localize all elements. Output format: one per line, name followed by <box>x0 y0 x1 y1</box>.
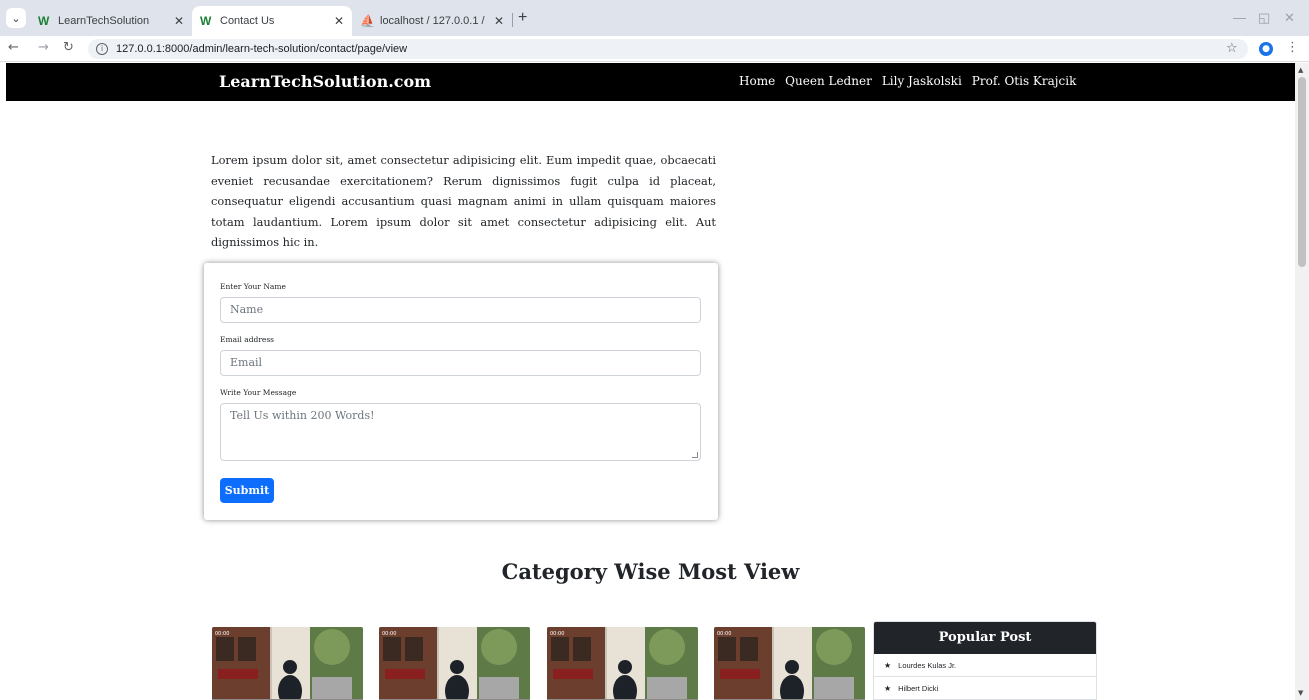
new-tab-icon[interactable]: + <box>518 9 527 27</box>
star-icon: ★ <box>884 683 892 693</box>
browser-tab-phpmyadmin[interactable]: ⛵ localhost / 127.0.0.1 / laravel / ✕ <box>352 6 512 36</box>
page-scrollbar[interactable]: ▲ ▼ <box>1295 63 1309 700</box>
scrollbar-thumb[interactable] <box>1298 77 1306 267</box>
nav-menu: Home Queen Ledner Lily Jaskolski Prof. O… <box>739 74 1076 88</box>
site-info-icon[interactable]: i <box>96 43 108 55</box>
close-tab-icon[interactable]: ✕ <box>494 14 504 28</box>
browser-tab-contact-us[interactable]: W Contact Us ✕ <box>192 6 352 36</box>
site-favicon-icon: W <box>38 14 50 28</box>
message-label: Write Your Message <box>220 388 297 397</box>
popular-post-item[interactable]: ★ Hilbert Dicki <box>874 677 1096 700</box>
resize-handle[interactable] <box>692 452 698 458</box>
popular-post-title: Popular Post <box>874 622 1096 654</box>
email-label: Email address <box>220 335 275 344</box>
nav-link-queen-ledner[interactable]: Queen Ledner <box>785 74 872 88</box>
phpmyadmin-favicon-icon: ⛵ <box>360 14 375 28</box>
tab-title: localhost / 127.0.0.1 / laravel / <box>380 15 488 27</box>
post-thumbnail-1[interactable]: 00:00 <box>212 627 363 700</box>
submit-button[interactable]: Submit <box>220 478 274 503</box>
svg-text:00:00: 00:00 <box>550 631 564 637</box>
close-tab-icon[interactable]: ✕ <box>334 14 344 28</box>
bookmark-star-icon[interactable]: ☆ <box>1226 41 1238 56</box>
section-title: Category Wise Most View <box>501 559 800 584</box>
profile-avatar-icon[interactable]: ● <box>1259 42 1273 56</box>
street-photo-image: 00:00 <box>547 627 698 700</box>
page-viewport: LearnTechSolution.com Home Queen Ledner … <box>6 63 1295 700</box>
post-thumbnail-4[interactable]: 00:00 <box>714 627 865 700</box>
browser-tab-bar: ⌄ W LearnTechSolution ✕ W Contact Us ✕ ⛵… <box>0 0 1309 36</box>
message-placeholder: Tell Us within 200 Words! <box>230 409 375 422</box>
tab-search-button[interactable]: ⌄ <box>6 8 26 28</box>
popular-post-link[interactable]: Lourdes Kulas Jr. <box>898 661 956 670</box>
name-input[interactable]: Name <box>220 297 701 323</box>
forward-icon[interactable]: → <box>38 40 49 55</box>
browser-menu-icon[interactable]: ⋮ <box>1286 40 1299 55</box>
popular-post-link[interactable]: Hilbert Dicki <box>898 684 938 693</box>
scroll-down-icon[interactable]: ▼ <box>1298 689 1303 697</box>
popular-post-item[interactable]: ★ Lourdes Kulas Jr. <box>874 654 1096 677</box>
street-photo-image: 00:00 <box>379 627 530 700</box>
url-text: 127.0.0.1:8000/admin/learn-tech-solution… <box>116 43 408 55</box>
name-label: Enter Your Name <box>220 282 286 291</box>
url-field[interactable]: i 127.0.0.1:8000/admin/learn-tech-soluti… <box>88 39 1248 59</box>
site-favicon-icon: W <box>200 14 212 28</box>
scroll-up-icon[interactable]: ▲ <box>1298 66 1303 74</box>
svg-text:00:00: 00:00 <box>215 631 229 637</box>
nav-link-lily-jaskolski[interactable]: Lily Jaskolski <box>882 74 962 88</box>
close-tab-icon[interactable]: ✕ <box>174 14 184 28</box>
star-icon: ★ <box>884 660 892 670</box>
browser-tab-learntechsolution[interactable]: W LearnTechSolution ✕ <box>30 6 192 36</box>
brand-logo-link[interactable]: LearnTechSolution.com <box>219 72 431 91</box>
reload-icon[interactable]: ↻ <box>63 40 74 55</box>
street-photo-image: 00:00 <box>714 627 865 700</box>
site-navbar: LearnTechSolution.com Home Queen Ledner … <box>6 63 1295 101</box>
address-bar-row: ← → ↻ i 127.0.0.1:8000/admin/learn-tech-… <box>0 36 1309 62</box>
popular-post-panel: Popular Post ★ Lourdes Kulas Jr. ★ Hilbe… <box>873 621 1097 700</box>
contact-form-card: Enter Your Name Name Email address Email… <box>204 263 718 520</box>
back-icon[interactable]: ← <box>8 40 19 55</box>
nav-link-home[interactable]: Home <box>739 74 775 88</box>
close-window-icon[interactable]: ✕ <box>1284 10 1295 26</box>
restore-icon[interactable]: ◱ <box>1258 10 1270 26</box>
tab-title: LearnTechSolution <box>58 15 150 27</box>
post-thumbnail-3[interactable]: 00:00 <box>547 627 698 700</box>
tab-title: Contact Us <box>220 15 275 27</box>
post-thumbnail-2[interactable]: 00:00 <box>379 627 530 700</box>
email-input[interactable]: Email <box>220 350 701 376</box>
message-textarea[interactable]: Tell Us within 200 Words! <box>220 403 701 461</box>
nav-link-otis-krajcik[interactable]: Prof. Otis Krajcik <box>972 74 1077 88</box>
tab-separator <box>512 13 513 27</box>
intro-paragraph: Lorem ipsum dolor sit, amet consectetur … <box>211 153 716 249</box>
minimize-icon[interactable]: — <box>1233 10 1246 25</box>
svg-text:00:00: 00:00 <box>717 631 731 637</box>
svg-text:00:00: 00:00 <box>382 631 396 637</box>
street-photo-image: 00:00 <box>212 627 363 700</box>
